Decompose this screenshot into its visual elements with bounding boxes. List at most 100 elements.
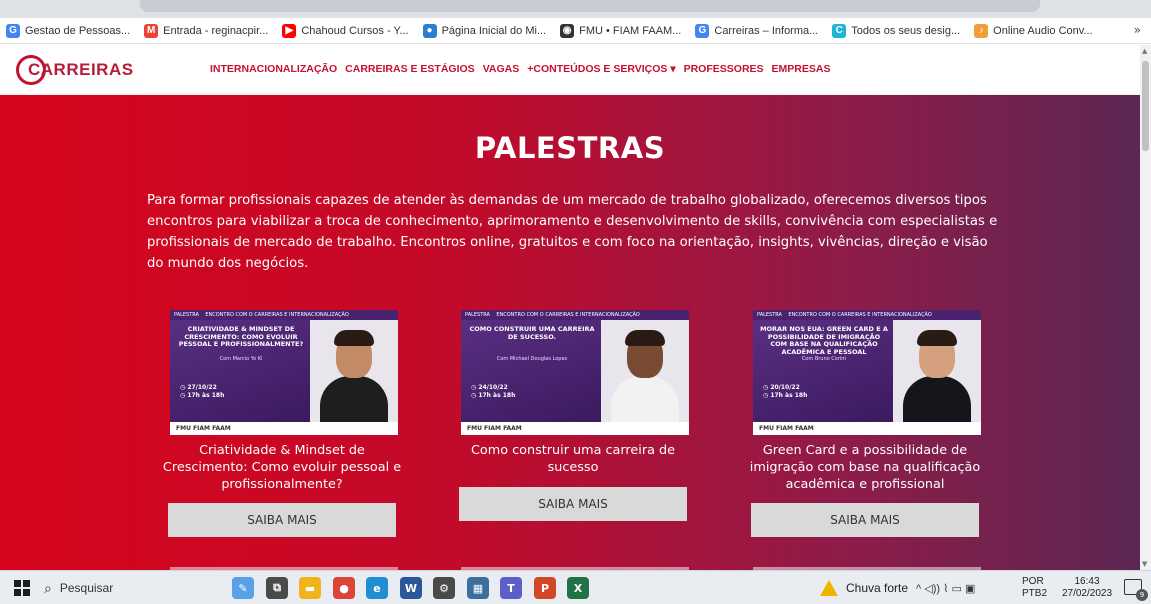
weather-alert-icon[interactable] [820, 580, 838, 596]
nav-internacionalizacao[interactable]: INTERNACIONALIZAÇÃO [210, 63, 337, 75]
file-explorer-icon[interactable]: ▬ [299, 577, 321, 599]
speaker-shirt [611, 376, 679, 422]
bookmark-0[interactable]: G Gestao de Pessoas... [6, 23, 131, 38]
poster-footer: FMU FIAM FAAM [461, 422, 689, 435]
bookmark-label: Gestao de Pessoas... [25, 24, 131, 37]
bookmark-label: FMU • FIAM FAAM... [579, 24, 682, 37]
scrollbar-thumb[interactable] [1142, 61, 1149, 151]
settings-icon[interactable]: ⚙ [433, 577, 455, 599]
nav-empresas[interactable]: EMPRESAS [772, 63, 831, 75]
bookmark-label: Online Audio Conv... [993, 24, 1093, 37]
notification-center-icon[interactable]: 9 [1124, 579, 1148, 601]
poster-speaker: Com Michael Douglas Lopes [496, 356, 568, 362]
bookmark-7[interactable]: ♪ Online Audio Conv... [974, 23, 1093, 38]
weather-text[interactable]: Chuva forte [846, 581, 908, 595]
speaker-hair [334, 330, 374, 346]
lecture-title: Criatividade & Mindset de Crescimento: C… [162, 443, 402, 492]
bookmark-1[interactable]: M Entrada - reginacpir... [144, 23, 269, 38]
bookmarks-bar: G Gestao de Pessoas... M Entrada - reginac… [0, 18, 1151, 44]
windows-start-icon[interactable] [14, 580, 30, 596]
poster-headline: COMO CONSTRUIR UMA CARREIRA DE SUCESSO. [469, 325, 595, 341]
paint-icon[interactable]: ✎ [232, 577, 254, 599]
saiba-mais-button[interactable]: SAIBA MAIS [751, 503, 979, 537]
powerpoint-icon[interactable]: P [534, 577, 556, 599]
bookmark-5[interactable]: G Carreiras – Informa... [695, 23, 819, 38]
notification-count-badge: 9 [1136, 589, 1148, 601]
input-language[interactable]: POR PTB2 [1022, 576, 1047, 600]
taskbar-clock[interactable]: 16:43 27/02/2023 [1057, 576, 1117, 600]
active-tab-edge[interactable] [140, 0, 1040, 12]
bookmark-label: Página Inicial do Mi... [441, 24, 547, 37]
section-description: Para formar profissionais capazes de ate… [147, 193, 998, 271]
search-placeholder: Pesquisar [59, 581, 114, 595]
gmail-icon: M [144, 23, 159, 38]
main-menu: INTERNACIONALIZAÇÃO CARREIRAS E ESTÁGIOS… [210, 63, 838, 75]
lecture-poster[interactable]: PALESTRA ENCONTRO COM O CARREIRAS E INTE… [753, 310, 981, 435]
bookmark-label: Entrada - reginacpir... [163, 24, 269, 37]
speaker-photo [893, 320, 981, 422]
word-icon[interactable]: W [400, 577, 422, 599]
system-tray: Chuva forte ^ ◁)) ⌇ ▭ ▣ [820, 575, 975, 601]
bookmarks-overflow-button[interactable]: » [1134, 23, 1141, 37]
speaker-hair [625, 330, 665, 346]
nav-vagas[interactable]: VAGAS [483, 63, 520, 75]
nav-conteudos-servicos[interactable]: +CONTEÚDOS E SERVIÇOS ▾ [527, 63, 675, 75]
page-scrollbar[interactable]: ▲ ▼ [1140, 45, 1151, 570]
poster-banner: PALESTRA ENCONTRO COM O CARREIRAS E INTE… [170, 310, 398, 320]
tray-icons[interactable]: ^ ◁)) ⌇ ▭ ▣ [916, 582, 975, 595]
poster-banner: PALESTRA ENCONTRO COM O CARREIRAS E INTE… [753, 310, 981, 320]
excel-icon[interactable]: X [567, 577, 589, 599]
lecture-poster[interactable]: PALESTRA ENCONTRO COM O CARREIRAS E INTE… [170, 310, 398, 435]
scroll-up-icon[interactable]: ▲ [1142, 47, 1147, 55]
nav-carreiras-estagios[interactable]: CARREIRAS E ESTÁGIOS [345, 63, 475, 75]
speaker-photo [601, 320, 689, 422]
bookmark-4[interactable]: ◉ FMU • FIAM FAAM... [560, 23, 682, 38]
task-view-icon[interactable]: ⧉ [266, 577, 288, 599]
bookmark-label: Chahoud Cursos - Y... [301, 24, 409, 37]
site-header: CARREIRAS INTERNACIONALIZAÇÃO CARREIRAS … [0, 45, 1140, 95]
page-title: PALESTRAS [474, 131, 666, 165]
speaker-hair [917, 330, 957, 346]
poster-footer: FMU FIAM FAAM [170, 422, 398, 435]
poster-speaker: Com Marcio Yo Ki [219, 356, 263, 362]
youtube-icon: ▶ [282, 23, 297, 38]
canva-icon: C [832, 23, 847, 38]
lecture-title: Como construir uma carreira de sucesso [470, 443, 676, 475]
poster-footer: FMU FIAM FAAM [753, 422, 981, 435]
chrome-icon[interactable]: ● [333, 577, 355, 599]
poster-schedule: ◷ 24/10/22 ◷ 17h às 18h [471, 384, 516, 399]
google-icon: G [695, 23, 710, 38]
microsoft-icon: ● [422, 23, 437, 38]
poster-schedule: ◷ 20/10/22 ◷ 17h às 18h [763, 384, 808, 399]
taskbar-search[interactable]: ⌕ Pesquisar [44, 575, 224, 601]
speaker-shirt [903, 376, 971, 422]
search-icon: ⌕ [44, 579, 52, 596]
lecture-poster[interactable]: PALESTRA ENCONTRO COM O CARREIRAS E INTE… [461, 310, 689, 435]
bookmark-6[interactable]: C Todos os seus desig... [832, 23, 961, 38]
google-icon: G [6, 23, 20, 38]
palestras-section: PALESTRAS Para formar profissionais capa… [0, 95, 1140, 570]
bookmark-2[interactable]: ▶ Chahoud Cursos - Y... [282, 23, 409, 38]
speaker-shirt [320, 376, 388, 422]
nav-professores[interactable]: PROFESSORES [684, 63, 764, 75]
poster-headline: CRIATIVIDADE & MINDSET DE CRESCIMENTO: C… [178, 325, 304, 348]
poster-headline: MORAR NOS EUA: GREEN CARD E A POSSIBILID… [760, 325, 888, 356]
audio-icon: ♪ [974, 23, 989, 38]
teams-icon[interactable]: T [500, 577, 522, 599]
bookmark-3[interactable]: ● Página Inicial do Mi... [422, 23, 547, 38]
saiba-mais-button[interactable]: SAIBA MAIS [168, 503, 396, 537]
edge-icon[interactable]: e [366, 577, 388, 599]
scroll-down-icon[interactable]: ▼ [1142, 560, 1147, 568]
next-row-preview [0, 560, 1140, 570]
poster-speaker: Com Bruno Corim [801, 356, 847, 362]
speaker-photo [310, 320, 398, 422]
poster-schedule: ◷ 27/10/22 ◷ 17h às 18h [180, 384, 225, 399]
carreiras-logo[interactable]: CARREIRAS [16, 53, 133, 87]
windows-taskbar: ⌕ Pesquisar ✎ ⧉ ▬ ● e W ⚙ ▦ T P X Chuva forte ^ ◁)… [0, 570, 1151, 604]
poster-banner: PALESTRA ENCONTRO COM O CARREIRAS E INTE… [461, 310, 689, 320]
bookmark-label: Carreiras – Informa... [714, 24, 819, 37]
bookmark-label: Todos os seus desig... [851, 24, 961, 37]
browser-tab-strip [0, 0, 1151, 18]
saiba-mais-button[interactable]: SAIBA MAIS [459, 487, 687, 521]
calculator-icon[interactable]: ▦ [467, 577, 489, 599]
